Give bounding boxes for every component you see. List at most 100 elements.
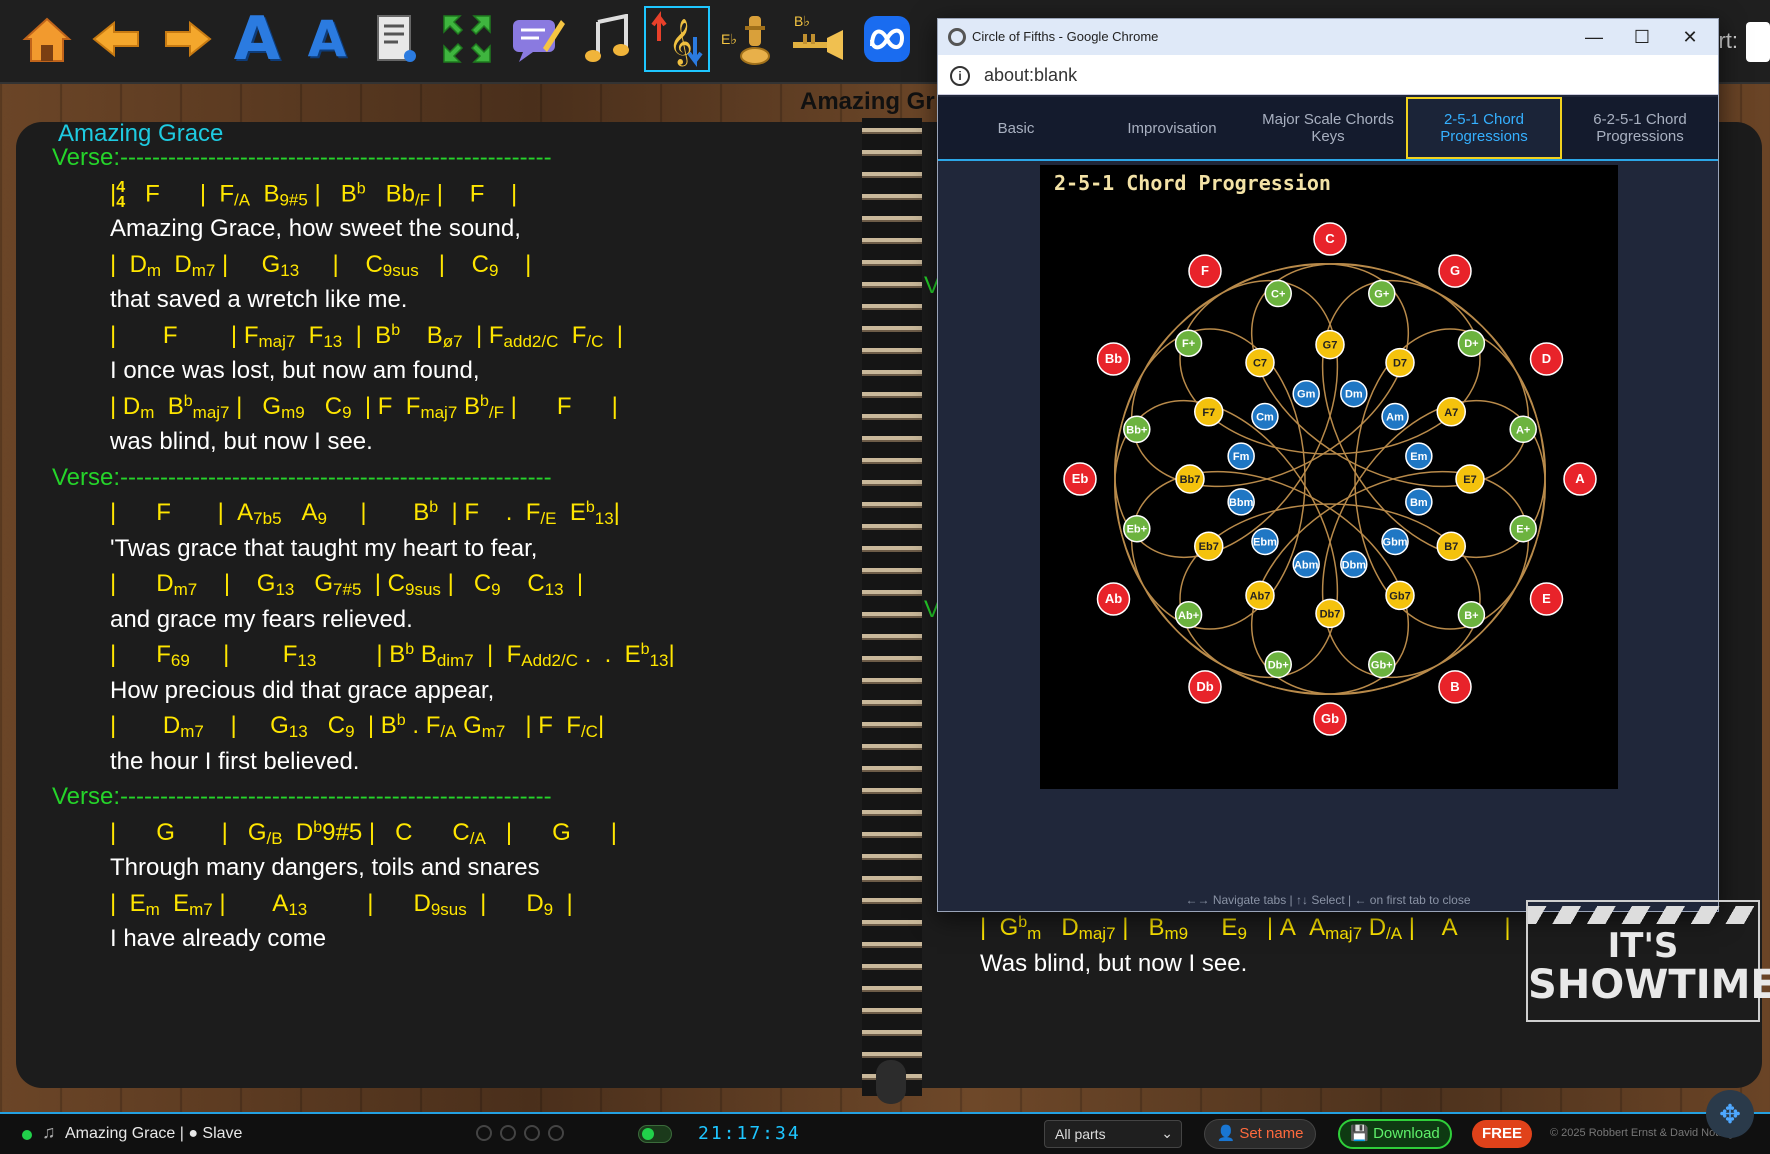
parts-select[interactable]: All parts ⌄ xyxy=(1044,1120,1182,1148)
chord-node: G xyxy=(1438,254,1472,288)
chord-node-label: Gb7 xyxy=(1389,590,1410,602)
chord-node-label: B+ xyxy=(1464,610,1478,622)
bb-trumpet-icon[interactable]: B♭ xyxy=(784,6,850,72)
address-bar[interactable]: i about:blank xyxy=(938,55,1718,95)
home-icon[interactable] xyxy=(14,6,80,72)
notes-icon[interactable] xyxy=(504,6,570,72)
chord-node: B xyxy=(1438,670,1472,704)
chord-node: Dbm xyxy=(1340,550,1368,579)
chord-node: Ab7 xyxy=(1245,580,1275,611)
maximize-button[interactable]: ☐ xyxy=(1622,24,1662,50)
circle-svg: C G D A E B Gb Db Ab Eb Bb F G+ D+ A+ E+ B+ Gb+ Db+ Ab+ Eb+ B… xyxy=(1063,222,1597,736)
chord-line: | G | G/B Db9#5 | C C/A | G | xyxy=(110,818,617,848)
music-notes-icon[interactable] xyxy=(574,6,640,72)
chord-node: Dm xyxy=(1340,379,1368,408)
page-drag-handle[interactable] xyxy=(876,1060,906,1104)
chord-node: Gbm xyxy=(1381,527,1409,556)
chord-node: G+ xyxy=(1368,279,1396,308)
lyric-line: How precious did that grace appear, xyxy=(110,676,495,704)
verse-header: Verse:----------------------------------… xyxy=(52,783,552,810)
page-dot[interactable] xyxy=(500,1125,516,1141)
page-dot[interactable] xyxy=(524,1125,540,1141)
chord-node-label: Gb+ xyxy=(1371,659,1393,671)
chord-node: Gb7 xyxy=(1385,580,1415,611)
loop-curve xyxy=(1321,279,1547,559)
loop-curve xyxy=(1321,399,1547,679)
sync-toggle[interactable] xyxy=(638,1125,672,1143)
download-button[interactable]: 💾 Download xyxy=(1338,1119,1452,1149)
chord-node: B7 xyxy=(1436,531,1466,561)
font-decrease-icon[interactable]: A xyxy=(294,6,360,72)
fullscreen-icon[interactable] xyxy=(434,6,500,72)
chord-node: Bb7 xyxy=(1175,464,1205,494)
chord-node-label: Cm xyxy=(1256,412,1274,424)
chord-node: Gb xyxy=(1313,702,1347,736)
chevron-down-icon: ⌄ xyxy=(1161,1125,1173,1141)
chord-node-label: Dbm xyxy=(1342,559,1367,571)
chord-node-label: E+ xyxy=(1516,524,1530,536)
lyric-line: I once was lost, but now am found, xyxy=(110,357,480,384)
chord-node: Gb+ xyxy=(1368,650,1396,679)
chord-node: Ab+ xyxy=(1174,601,1203,629)
status-bar: ♫ Amazing Grace | ● Slave 21:17:34 All p… xyxy=(0,1112,1770,1154)
chord-node-label: Am xyxy=(1386,412,1404,424)
chord-node-label: Bb+ xyxy=(1126,424,1147,436)
chord-node-label: C xyxy=(1325,231,1335,246)
chord-line: | Dm7 | G13 C9 | Bb . F/A Gm7 | F F/C| xyxy=(110,712,605,741)
tab-basic[interactable]: Basic xyxy=(938,97,1094,159)
chord-node-label: Em xyxy=(1410,451,1427,463)
chord-node-label: Ebm xyxy=(1253,536,1277,548)
back-arrow-icon[interactable] xyxy=(84,6,150,72)
tab-6-2-5-1-progressions[interactable]: 6-2-5-1 Chord Progressions xyxy=(1562,97,1718,159)
chord-node-label: Bb7 xyxy=(1180,474,1201,486)
chord-node-label: Ab+ xyxy=(1178,610,1199,622)
free-badge[interactable]: FREE xyxy=(1472,1120,1532,1148)
close-button[interactable]: ✕ xyxy=(1670,24,1710,50)
chord-node: F+ xyxy=(1174,329,1203,357)
info-icon[interactable]: i xyxy=(950,66,970,86)
page-dot[interactable] xyxy=(548,1125,564,1141)
chord-node: C xyxy=(1313,222,1347,256)
set-name-button[interactable]: 👤 Set name xyxy=(1204,1119,1316,1149)
chord-line: |4 4 F | F/A B9#5 | Bb Bb/F | F | xyxy=(110,178,518,211)
font-increase-icon[interactable]: A xyxy=(224,6,290,72)
chord-node-label: Bm xyxy=(1410,497,1428,509)
chord-node-label: A xyxy=(1575,471,1585,486)
chord-node-label: Db7 xyxy=(1320,608,1341,620)
page-dot[interactable] xyxy=(476,1125,492,1141)
tab-improvisation[interactable]: Improvisation xyxy=(1094,97,1250,159)
chord-node: Am xyxy=(1381,402,1409,431)
transpose-icon[interactable]: 𝄞 xyxy=(644,6,710,72)
lyric-line: and grace my fears relieved. xyxy=(110,605,413,633)
eb-tuba-icon[interactable]: E♭ xyxy=(714,6,780,72)
chord-node-label: D+ xyxy=(1464,338,1478,350)
tab-2-5-1-progressions[interactable]: 2-5-1 Chord Progressions xyxy=(1406,97,1562,159)
right-lyric-line: Was blind, but now I see. xyxy=(980,950,1248,977)
lyric-line: the hour I first believed. xyxy=(110,747,360,775)
chord-node-label: F7 xyxy=(1202,407,1215,419)
song-sheet-icon[interactable] xyxy=(364,6,430,72)
loop-curve xyxy=(1113,399,1339,679)
chord-node-label: Bb xyxy=(1105,351,1122,366)
loop-curve xyxy=(1113,279,1339,559)
chord-node: G7 xyxy=(1315,329,1345,360)
minimize-button[interactable]: — xyxy=(1574,24,1614,50)
chord-node-label: F+ xyxy=(1182,338,1195,350)
verse-header: Verse:----------------------------------… xyxy=(52,463,552,491)
chord-node: E xyxy=(1529,582,1564,616)
circle-of-fifths-window: Circle of Fifths - Google Chrome — ☐ ✕ i… xyxy=(937,18,1719,912)
chord-node: B+ xyxy=(1457,601,1486,629)
song-status: Amazing Grace | ● Slave xyxy=(65,1125,243,1142)
chord-node-label: E xyxy=(1542,591,1551,606)
clock: 21:17:34 xyxy=(698,1123,801,1144)
chord-node: A7 xyxy=(1436,397,1466,427)
right-chord-line: | Gbm Dmaj7 | Bm9 E9 | A Amaj7 D/A | A | xyxy=(980,914,1511,943)
forward-arrow-icon[interactable] xyxy=(154,6,220,72)
tab-major-scale-chords[interactable]: Major Scale Chords Keys xyxy=(1250,97,1406,159)
chord-node: Db xyxy=(1188,670,1222,704)
move-icon[interactable]: ✥ xyxy=(1706,1090,1754,1138)
chord-node: Em xyxy=(1405,442,1433,470)
meta-icon[interactable] xyxy=(854,6,920,72)
chord-node-label: Dm xyxy=(1345,389,1363,401)
chord-node: Db7 xyxy=(1315,598,1345,629)
